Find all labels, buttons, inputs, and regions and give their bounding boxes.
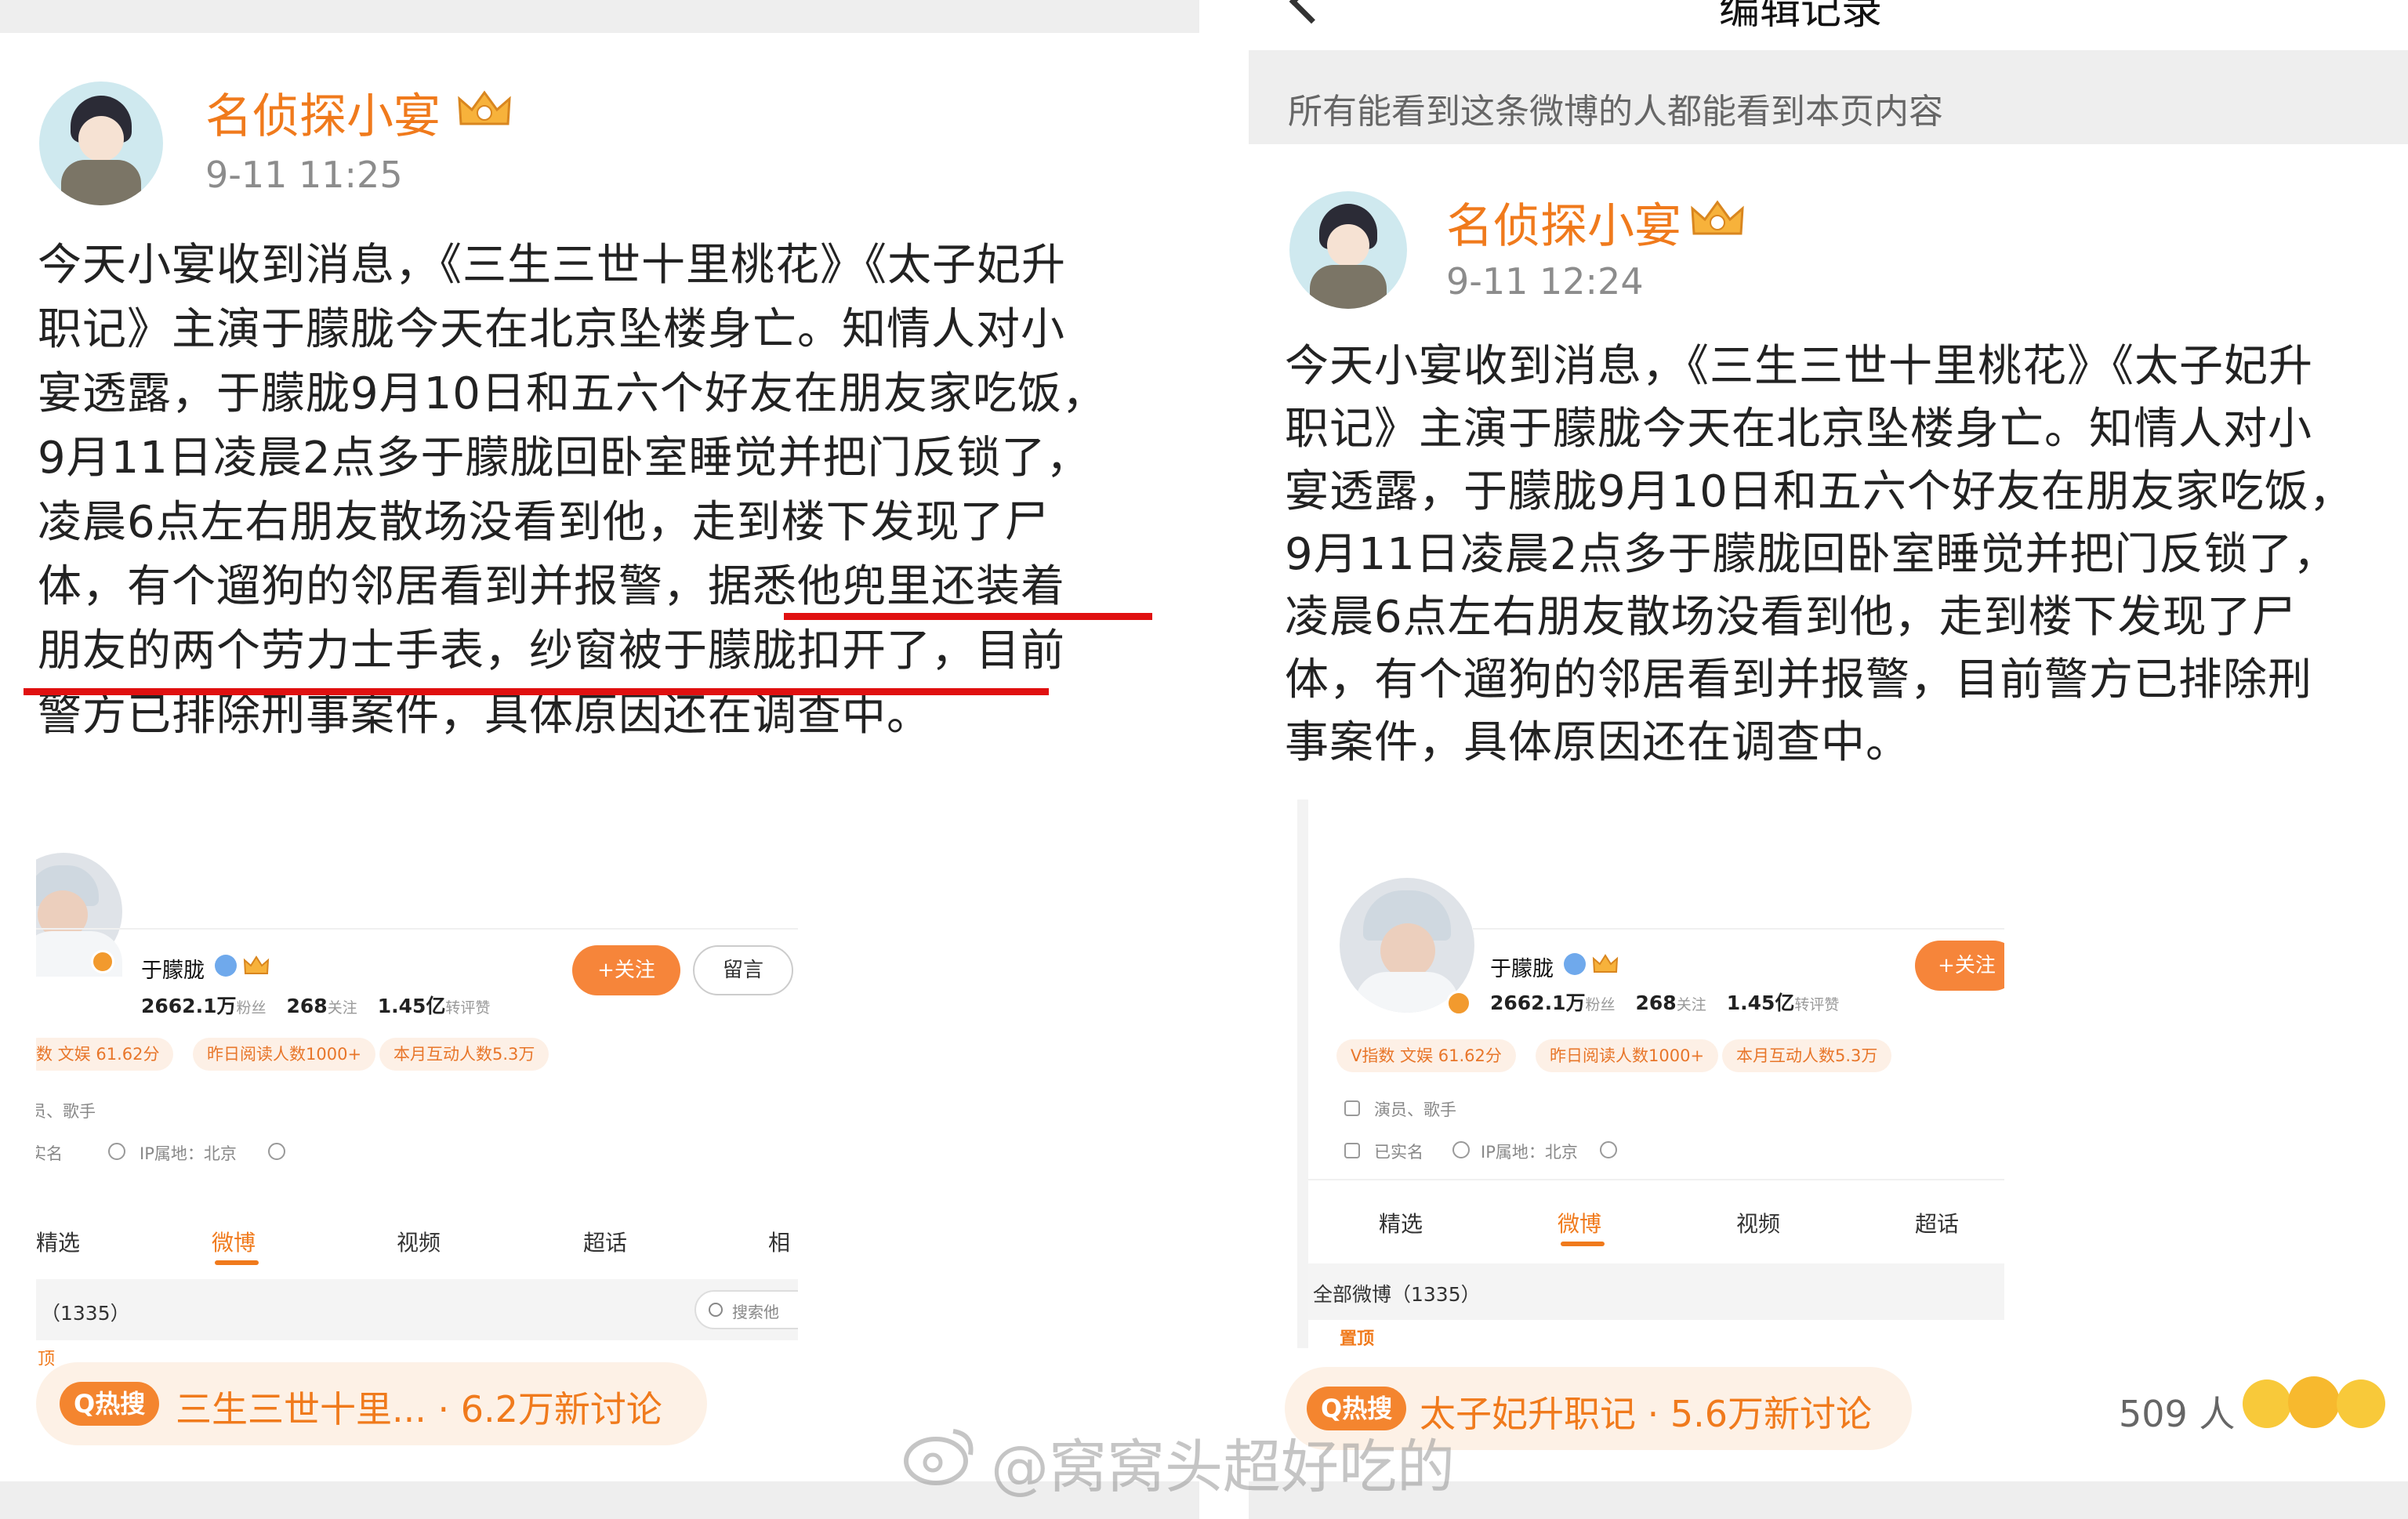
shocked-emoji-icon [2288, 1376, 2340, 1428]
verified-icon [215, 955, 237, 977]
tab-supertopic[interactable]: 超话 [583, 1226, 627, 1257]
poster-name[interactable]: 名侦探小宴 [205, 78, 441, 147]
stat-pill: 昨日阅读人数1000+ [1536, 1039, 1719, 1072]
profile-name: 于朦胧 [141, 959, 205, 983]
search-icon [709, 1303, 723, 1317]
search-placeholder: 搜索他 [732, 1303, 779, 1321]
post-line: 9月11日凌晨2点多于朦胧回卧室睡觉并把门反锁了， [38, 433, 1091, 484]
follow-button[interactable]: +关注 [572, 945, 680, 995]
profile-ip: IP属地：北京 [1481, 1143, 1578, 1162]
post-line: 宴透露，于朦胧9月10日和五六个好友在朋友家吃饭， [38, 368, 1107, 419]
left-post: 名侦探小宴 9-11 11:25 今天小宴收到消息，《三生三世十里桃花》《太子妃… [0, 33, 1199, 1481]
hot-search-topic[interactable]: 太子妃升职记 · 5.6万新讨论 [1420, 1386, 1872, 1437]
post-time: 9-11 12:24 [1446, 260, 1644, 303]
id-icon [1344, 1143, 1360, 1158]
filter-bar: 全部微博（1335） [1308, 1263, 2004, 1320]
profile-screenshot: 于朦胧 2662.1万粉丝 268关注 1.45亿转评赞 +关注 留言 数 文娱 6… [36, 843, 798, 1392]
tab-weibo[interactable]: 微博 [1558, 1207, 1601, 1238]
filter-bar: （1335） 搜索他 [36, 1279, 798, 1340]
crown-badge-icon [243, 955, 270, 977]
post-line: 事案件，具体原因还在调查中。 [1285, 717, 1910, 768]
crown-badge-icon [456, 88, 513, 130]
tab-indicator [1561, 1242, 1605, 1246]
search-box[interactable]: 搜索他 [694, 1290, 798, 1329]
back-arrow-icon[interactable] [1289, 0, 1334, 24]
profile-stats: 2662.1万粉丝 268关注 1.45亿转评赞 [1490, 992, 1840, 1014]
stat-pill: V指数 文娱 61.62分 [1336, 1039, 1516, 1072]
post-line: 体，有个遛狗的邻居看到并报警，目前警方已排除刑 [1285, 654, 2312, 705]
post-line: 今天小宴收到消息，《三生三世十里桃花》《太子妃升 [38, 240, 1066, 291]
laughing-emoji-icon [2337, 1379, 2385, 1428]
profile-role: 员、歌手 [36, 1102, 96, 1121]
post-line: 凌晨6点左右朋友散场没看到他，走到楼下发现了尸 [38, 497, 1050, 548]
post-line: 体，有个遛狗的邻居看到并报警，据悉他兜里还装着 [38, 561, 1065, 612]
profile-screenshot: 于朦胧 2662.1万粉丝 268关注 1.45亿转评赞 +关注 V指数 文娱 61… [1297, 799, 2004, 1348]
watermark-text: @窝窝头超好吃的 [991, 1434, 1455, 1501]
tab-featured[interactable]: 精选 [1379, 1207, 1423, 1238]
crown-badge-icon [1689, 198, 1746, 240]
poster-avatar[interactable] [39, 82, 163, 205]
post-time: 9-11 11:25 [205, 154, 403, 196]
hot-search-badge: Q热搜 [60, 1382, 160, 1426]
post-line: 今天小宴收到消息，《三生三世十里桃花》《太子妃升 [1285, 341, 2313, 392]
visibility-notice: 所有能看到这条微博的人都能看到本页内容 [1288, 92, 1943, 132]
stat-pill: 本月互动人数5.3万 [379, 1038, 549, 1071]
profile-ip: IP属地：北京 [140, 1144, 237, 1163]
help-icon[interactable] [268, 1143, 285, 1160]
pinned-label: 顶 [38, 1350, 56, 1369]
weibo-logo-icon [901, 1420, 980, 1491]
stat-pill: 数 文娱 61.62分 [36, 1038, 174, 1071]
profile-name: 于朦胧 [1490, 957, 1554, 981]
tab-album[interactable]: 相 [768, 1226, 790, 1257]
poster-avatar[interactable] [1289, 191, 1407, 309]
hot-search-topic[interactable]: 三生三世十里... · 6.2万新讨论 [176, 1381, 662, 1433]
tab-featured[interactable]: 精选 [36, 1226, 80, 1257]
highlight-underline [784, 613, 1152, 620]
pinned-label: 置顶 [1340, 1329, 1375, 1348]
verified-v-icon [1446, 991, 1471, 1016]
tab-video[interactable]: 视频 [1736, 1207, 1780, 1238]
post-line: 宴透露，于朦胧9月10日和五六个好友在朋友家吃饭， [1285, 466, 2354, 517]
tab-supertopic[interactable]: 超话 [1915, 1207, 1959, 1238]
tab-weibo[interactable]: 微博 [212, 1226, 256, 1257]
reaction-count[interactable]: 509 人 [2119, 1386, 2235, 1437]
notice-bar: 所有能看到这条微博的人都能看到本页内容 [1249, 50, 2408, 144]
right-post: 名侦探小宴 9-11 12:24 今天小宴收到消息，《三生三世十里桃花》《太子妃… [1249, 144, 2408, 1481]
smirk-emoji-icon [2243, 1379, 2291, 1428]
post-body: 今天小宴收到消息，《三生三世十里桃花》《太子妃升 职记》主演于朦胧今天在北京坠楼… [1285, 335, 2398, 774]
profile-stats: 2662.1万粉丝 268关注 1.45亿转评赞 [141, 995, 491, 1017]
role-icon [1344, 1100, 1360, 1116]
top-band-left [0, 0, 1199, 33]
tab-video[interactable]: 视频 [397, 1226, 441, 1257]
highlight-underline [24, 688, 1049, 695]
panel-gap [1199, 0, 1249, 1519]
post-line: 职记》主演于朦胧今天在北京坠楼身亡。知情人对小 [38, 304, 1065, 355]
post-line: 凌晨6点左右朋友散场没看到他，走到楼下发现了尸 [1285, 592, 2297, 643]
header-title: 编辑记录 [1719, 0, 1883, 34]
post-body: 今天小宴收到消息，《三生三世十里桃花》《太子妃升 职记》主演于朦胧今天在北京坠楼… [38, 234, 1166, 748]
hot-search-bar[interactable]: Q热搜 三生三世十里... · 6.2万新讨论 [36, 1362, 707, 1445]
profile-role: 演员、歌手 [1374, 1100, 1456, 1119]
verified-icon [1564, 953, 1586, 975]
location-icon [108, 1143, 125, 1160]
tab-indicator [215, 1260, 259, 1265]
crown-badge-icon [1592, 953, 1619, 975]
message-button[interactable]: 留言 [693, 945, 793, 995]
filter-dropdown[interactable]: （1335） [41, 1298, 130, 1326]
post-line: 朋友的两个劳力士手表，纱窗被于朦胧扣开了，目前 [38, 625, 1065, 676]
edit-history-header: 编辑记录 [1249, 0, 2408, 50]
follow-button[interactable]: +关注 [1915, 941, 2004, 991]
profile-avatar[interactable] [36, 843, 125, 977]
help-icon[interactable] [1600, 1141, 1617, 1158]
profile-realname: 实名 [36, 1144, 63, 1163]
filter-dropdown[interactable]: 全部微博（1335） [1313, 1279, 1481, 1307]
post-line: 职记》主演于朦胧今天在北京坠楼身亡。知情人对小 [1285, 404, 2312, 455]
poster-name[interactable]: 名侦探小宴 [1446, 188, 1681, 256]
post-line: 9月11日凌晨2点多于朦胧回卧室睡觉并把门反锁了， [1285, 529, 2338, 580]
screenshot-collage: 所有能看到这条微博的人都能看到本页内容 编辑记录 名侦探小宴 9-11 11:2… [0, 0, 2408, 1519]
stat-pill: 本月互动人数5.3万 [1722, 1039, 1892, 1072]
profile-realname: 已实名 [1374, 1143, 1423, 1162]
location-icon [1452, 1141, 1470, 1158]
stat-pill: 昨日阅读人数1000+ [193, 1038, 376, 1071]
